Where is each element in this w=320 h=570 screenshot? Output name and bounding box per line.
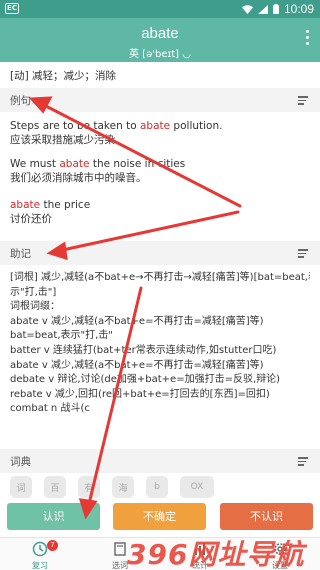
clock: 10:09: [283, 2, 314, 16]
bing-dictionary-icon[interactable]: b: [146, 476, 168, 498]
phonetic[interactable]: 英 [ə'beɪt] ◡: [0, 45, 320, 60]
example-sentence: Steps are to be taken to abate pollution…: [10, 120, 223, 146]
section-menu-icon[interactable]: [298, 96, 308, 107]
watermark: 396网址导航: [127, 538, 305, 570]
signal-icon: [257, 4, 268, 14]
section-header-dictionary: 词典: [0, 449, 320, 473]
wifi-icon: [241, 4, 253, 14]
tab-review[interactable]: 复习 7: [0, 538, 80, 570]
section-header-memory: 助记: [0, 241, 320, 265]
dictionary-icon[interactable]: 百: [44, 476, 66, 498]
dictionary-icons: 词 百 有 海 b OX: [10, 476, 214, 498]
app-notification-icon: EC: [5, 3, 19, 14]
dictionary-icon[interactable]: 有: [78, 476, 100, 498]
memory-notes: [词根] 减少,减轻(a不bat+e→不再打击→减轻[痛苦]等)[bat=bea…: [10, 272, 310, 415]
word-header: abate 英 [ə'beɪt] ◡: [0, 18, 320, 62]
unknown-button[interactable]: 不认识: [220, 503, 313, 530]
section-menu-icon[interactable]: [298, 249, 308, 260]
more-options-icon[interactable]: [306, 30, 310, 45]
headword: abate: [141, 25, 179, 42]
section-title-memory: 助记: [10, 248, 31, 260]
status-bar: EC 10:09: [0, 0, 320, 18]
battery-icon: [272, 4, 279, 14]
unsure-button[interactable]: 不确定: [113, 503, 206, 530]
know-button[interactable]: 认识: [7, 503, 100, 530]
section-title-examples: 例句: [10, 95, 31, 107]
section-title-dictionary: 词典: [10, 456, 31, 468]
oxford-dictionary-icon[interactable]: OX: [180, 476, 214, 498]
dictionary-icon[interactable]: 海: [112, 476, 134, 498]
tab-label-review: 复习: [32, 561, 48, 570]
dictionary-icon[interactable]: 词: [10, 476, 32, 498]
clock-icon: [32, 541, 48, 557]
definition: [动] 减轻；减少；消除: [10, 70, 117, 82]
section-header-examples: 例句: [0, 88, 320, 112]
review-count-badge: 7: [47, 540, 58, 551]
section-menu-icon[interactable]: [298, 457, 308, 468]
example-sentence: abate the price 讨价还价: [10, 199, 91, 225]
example-sentence: We must abate the noise in cities 我们必须消除…: [10, 158, 186, 184]
book-icon: [114, 542, 126, 556]
